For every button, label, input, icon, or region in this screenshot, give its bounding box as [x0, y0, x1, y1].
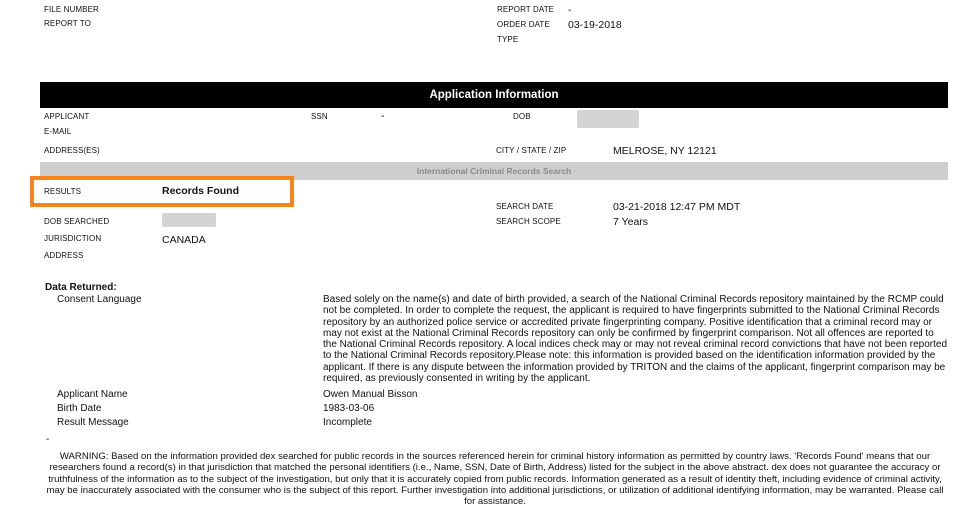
consent-language-text: Based solely on the name(s) and date of … — [323, 294, 947, 385]
report-date-value: - — [568, 4, 572, 16]
addresses-label: ADDRESS(ES) — [44, 146, 100, 155]
dob-label: DOB — [513, 112, 531, 121]
report-date-label: REPORT DATE — [497, 5, 555, 14]
file-number-label: FILE NUMBER — [44, 5, 99, 14]
search-date-label: SEARCH DATE — [496, 202, 554, 211]
dob-searched-label: DOB SEARCHED — [44, 217, 110, 226]
search-date-value: 03-21-2018 12:47 PM MDT — [613, 201, 741, 213]
ssn-label: SSN — [311, 112, 328, 121]
birth-date-label: Birth Date — [57, 403, 102, 414]
result-message-value: Incomplete — [323, 417, 372, 428]
separator-dash: - — [46, 434, 50, 445]
city-state-zip-value: MELROSE, NY 12121 — [613, 145, 717, 157]
type-label: TYPE — [497, 35, 519, 44]
data-returned-title: Data Returned: — [45, 282, 117, 293]
birth-date-value: 1983-03-06 — [323, 403, 375, 414]
search-scope-label: SEARCH SCOPE — [496, 217, 561, 226]
applicant-name-label: Applicant Name — [57, 389, 128, 400]
city-state-zip-label: CITY / STATE / ZIP — [496, 146, 567, 155]
consent-language-label: Consent Language — [57, 294, 142, 305]
dob-redacted — [577, 110, 639, 128]
email-label: E-MAIL — [44, 127, 72, 136]
dob-searched-redacted — [162, 213, 216, 227]
application-section-title: Application Information — [429, 89, 559, 101]
applicant-label: APPLICANT — [44, 112, 90, 121]
warning-disclaimer: WARNING: Based on the information provid… — [46, 451, 944, 508]
result-message-label: Result Message — [57, 417, 129, 428]
applicant-name-value: Owen Manual Bisson — [323, 389, 418, 400]
application-section-header: Application Information — [40, 82, 948, 108]
results-value: Records Found — [162, 185, 240, 197]
order-date-value: 03-19-2018 — [568, 19, 622, 31]
address-label: ADDRESS — [44, 251, 84, 260]
jurisdiction-label: JURISDICTION — [44, 234, 102, 243]
search-scope-value: 7 Years — [613, 216, 649, 228]
ssn-value: - — [381, 110, 385, 122]
report-to-label: REPORT TO — [44, 19, 91, 28]
order-date-label: ORDER DATE — [497, 20, 550, 29]
jurisdiction-value: CANADA — [162, 234, 206, 246]
results-label: RESULTS — [44, 187, 82, 196]
